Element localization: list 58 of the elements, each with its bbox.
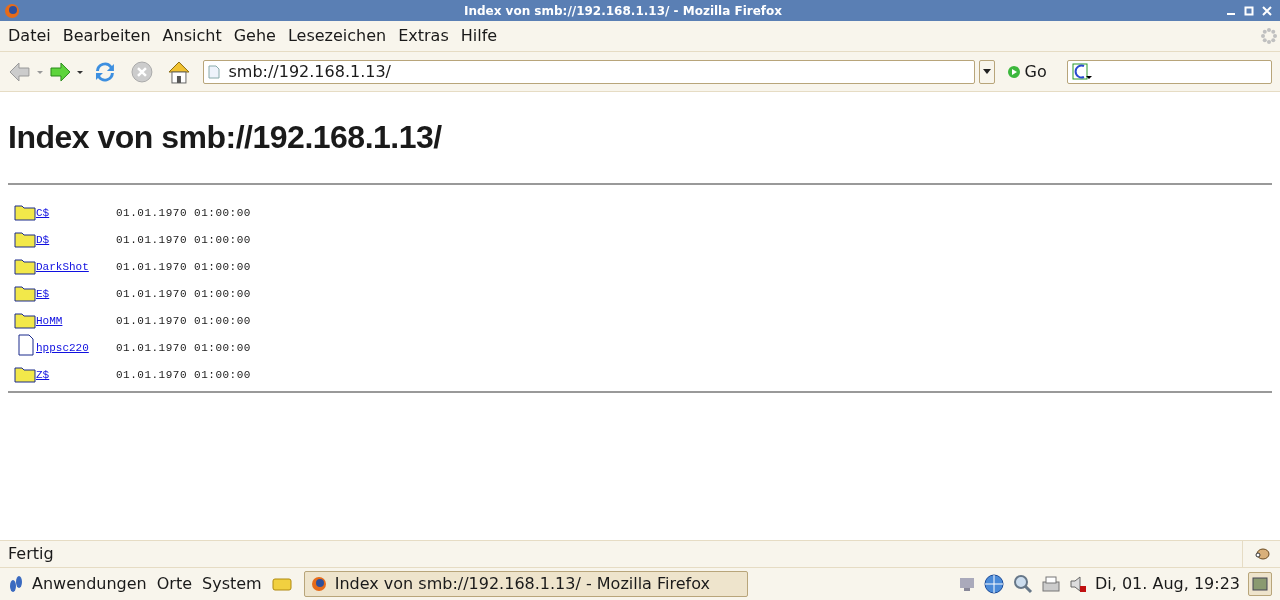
modified-date: 01.01.1970 01:00:00 <box>116 286 251 302</box>
stop-icon[interactable] <box>129 59 154 84</box>
go-button[interactable]: Go <box>1006 59 1047 84</box>
url-field[interactable]: smb://192.168.1.13/ <box>203 59 975 84</box>
printer-icon[interactable] <box>1041 574 1061 594</box>
footprint-icon[interactable] <box>8 574 24 594</box>
window-title: Index von smb://192.168.1.13/ - Mozilla Firefox <box>462 2 784 20</box>
folder-icon <box>14 365 36 383</box>
speaker-muted-icon[interactable] <box>1069 575 1087 593</box>
menu-item[interactable]: Hilfe <box>454 24 504 48</box>
page-heading: Index von smb://192.168.1.13/ <box>8 118 443 157</box>
folder-icon <box>14 257 36 275</box>
folder-icon <box>14 311 36 329</box>
task-button[interactable]: Index von smb://192.168.1.13/ - Mozilla Firefox <box>303 571 748 597</box>
entry-link[interactable]: DarkShot <box>36 258 89 275</box>
entry-link[interactable]: C$ <box>36 204 50 221</box>
panel-menu[interactable]: Orte <box>156 572 193 596</box>
forward-arrow-icon[interactable] <box>47 60 72 83</box>
modified-date: 01.01.1970 01:00:00 <box>116 367 251 383</box>
modified-date: 01.01.1970 01:00:00 <box>116 259 251 275</box>
search-field[interactable] <box>1066 59 1272 84</box>
panel-menu[interactable]: System <box>202 572 262 596</box>
entry-link[interactable]: Z$ <box>36 366 50 383</box>
search-engine-icon[interactable] <box>1071 62 1092 81</box>
magnifier-icon[interactable] <box>1013 574 1033 594</box>
desktop-icon <box>1252 577 1268 591</box>
modified-date: 01.01.1970 01:00:00 <box>116 205 251 221</box>
folder-icon <box>14 230 36 248</box>
modified-date: 01.01.1970 01:00:00 <box>116 232 251 248</box>
close-icon[interactable] <box>1262 5 1272 16</box>
chevron-icon <box>982 68 991 75</box>
dropdown-button[interactable] <box>978 59 995 84</box>
entry-link[interactable]: E$ <box>36 285 50 302</box>
entry-link[interactable]: D$ <box>36 231 50 248</box>
page-icon <box>208 64 221 79</box>
globe-icon[interactable] <box>983 573 1005 595</box>
show-desktop-button[interactable] <box>1248 572 1272 596</box>
clock[interactable]: Di, 01. Aug, 19:23 <box>1095 572 1240 596</box>
modified-date: 01.01.1970 01:00:00 <box>116 313 251 329</box>
back-arrow-icon[interactable] <box>8 60 32 83</box>
monitor-icon[interactable] <box>959 576 975 592</box>
folder-icon <box>14 203 36 221</box>
menu-item[interactable]: Ansicht <box>156 24 228 48</box>
menu-item[interactable]: Gehe <box>227 24 282 48</box>
modified-date: 01.01.1970 01:00:00 <box>116 340 251 356</box>
panel-menu[interactable]: Anwendungen <box>32 572 147 596</box>
throbber-icon <box>1260 27 1278 45</box>
menu-item[interactable]: Datei <box>2 24 57 48</box>
folder-icon <box>14 284 36 302</box>
menu-item[interactable]: Lesezeichen <box>281 24 393 48</box>
maximize-icon[interactable] <box>1244 5 1254 16</box>
notes-icon[interactable] <box>271 576 292 592</box>
entry-link[interactable]: hppsc220 <box>36 339 89 356</box>
menu-item[interactable]: Extras <box>392 24 455 48</box>
menu-item[interactable]: Bearbeiten <box>56 24 157 48</box>
status-text: Fertig <box>7 543 55 565</box>
entry-link[interactable]: HoMM <box>36 312 63 329</box>
play-icon <box>1006 64 1021 79</box>
